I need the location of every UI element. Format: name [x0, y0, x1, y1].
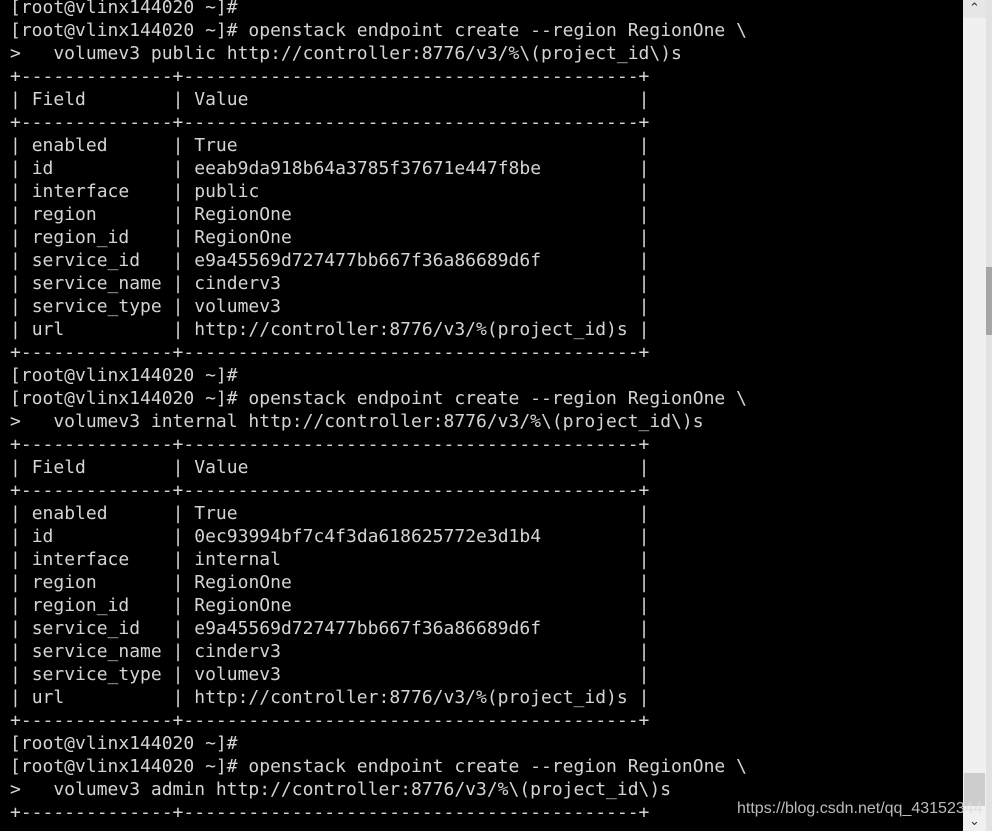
- table-row: | url | http://controller:8776/v3/%(proj…: [10, 319, 650, 340]
- field-cell: region_id: [31, 595, 130, 616]
- command-line: [root@vlinx144020 ~]# openstack endpoint…: [10, 20, 747, 41]
- table-row: | service_type | volumev3 |: [10, 664, 650, 685]
- table-border: +--------------+------------------------…: [10, 112, 650, 133]
- table-border: +--------------+------------------------…: [10, 66, 650, 87]
- field-cell: service_id: [31, 618, 141, 639]
- value-cell: RegionOne: [194, 227, 292, 248]
- table-border: +--------------+------------------------…: [10, 434, 650, 455]
- chevron-up-icon[interactable]: ⌃: [963, 0, 986, 18]
- command-continuation: > volumev3 public http://controller:8776…: [10, 43, 682, 64]
- table-row: | id | eeab9da918b64a3785f37671e447f8be …: [10, 158, 650, 179]
- value-cell: volumev3: [194, 664, 281, 685]
- table-row: | id | 0ec93994bf7c4f3da618625772e3d1b4 …: [10, 526, 650, 547]
- field-cell: service_type: [31, 664, 162, 685]
- field-cell: service_type: [31, 296, 162, 317]
- scrollbar[interactable]: ⌃ ⌄: [963, 0, 986, 831]
- table-border: +--------------+------------------------…: [10, 480, 650, 501]
- value-cell: cinderv3: [194, 273, 281, 294]
- field-cell: enabled: [31, 503, 108, 524]
- table-row: | url | http://controller:8776/v3/%(proj…: [10, 687, 650, 708]
- field-cell: region_id: [31, 227, 130, 248]
- value-cell: http://controller:8776/v3/%(project_id)s: [194, 319, 628, 340]
- prompt-line: [root@vlinx144020 ~]#: [10, 0, 238, 18]
- command-line: [root@vlinx144020 ~]# openstack endpoint…: [10, 388, 747, 409]
- command-line: [root@vlinx144020 ~]# openstack endpoint…: [10, 756, 747, 777]
- field-cell: service_id: [31, 250, 141, 271]
- value-cell: Value: [194, 457, 249, 478]
- table-row: | interface | internal |: [10, 549, 650, 570]
- value-cell: public: [194, 181, 260, 202]
- value-cell: RegionOne: [194, 572, 292, 593]
- table-row: | service_type | volumev3 |: [10, 296, 650, 317]
- table-row: | service_name | cinderv3 |: [10, 641, 650, 662]
- value-cell: eeab9da918b64a3785f37671e447f8be: [194, 158, 542, 179]
- outer-scrollbar-thumb[interactable]: [986, 267, 992, 335]
- prompt-line: [root@vlinx144020 ~]#: [10, 733, 238, 754]
- value-cell: e9a45569d727477bb667f36a86689d6f: [194, 618, 542, 639]
- value-cell: True: [194, 135, 238, 156]
- field-cell: service_name: [31, 641, 162, 662]
- outer-scrollbar[interactable]: [986, 0, 992, 831]
- watermark: https://blog.csdn.net/qq_43152344: [737, 800, 983, 817]
- table-header: | Field | Value |: [10, 457, 650, 478]
- table-row: | enabled | True |: [10, 135, 650, 156]
- value-cell: RegionOne: [194, 204, 292, 225]
- field-cell: enabled: [31, 135, 108, 156]
- field-cell: interface: [31, 549, 130, 570]
- command-continuation: > volumev3 admin http://controller:8776/…: [10, 779, 672, 800]
- terminal-output[interactable]: [root@vlinx144020 ~]# [root@vlinx144020 ~…: [10, 0, 960, 824]
- field-cell: id: [31, 158, 54, 179]
- table-row: | interface | public |: [10, 181, 650, 202]
- field-cell: url: [31, 319, 65, 340]
- table-border: +--------------+------------------------…: [10, 342, 650, 363]
- value-cell: Value: [194, 89, 249, 110]
- value-cell: internal: [194, 549, 281, 570]
- value-cell: cinderv3: [194, 641, 281, 662]
- value-cell: http://controller:8776/v3/%(project_id)s: [194, 687, 628, 708]
- table-row: | service_name | cinderv3 |: [10, 273, 650, 294]
- table-row: | service_id | e9a45569d727477bb667f36a8…: [10, 618, 650, 639]
- value-cell: True: [194, 503, 238, 524]
- field-cell: service_name: [31, 273, 162, 294]
- prompt-line: [root@vlinx144020 ~]#: [10, 365, 238, 386]
- field-cell: Field: [31, 89, 86, 110]
- field-cell: url: [31, 687, 65, 708]
- field-cell: id: [31, 526, 54, 547]
- field-cell: region: [31, 204, 97, 225]
- command-continuation: > volumev3 internal http://controller:87…: [10, 411, 704, 432]
- field-cell: Field: [31, 457, 86, 478]
- value-cell: volumev3: [194, 296, 281, 317]
- table-header: | Field | Value |: [10, 89, 650, 110]
- table-border: +--------------+------------------------…: [10, 710, 650, 731]
- table-row: | region_id | RegionOne |: [10, 595, 650, 616]
- field-cell: region: [31, 572, 97, 593]
- table-row: | region | RegionOne |: [10, 204, 650, 225]
- table-row: | region_id | RegionOne |: [10, 227, 650, 248]
- table-row: | service_id | e9a45569d727477bb667f36a8…: [10, 250, 650, 271]
- value-cell: 0ec93994bf7c4f3da618625772e3d1b4: [194, 526, 542, 547]
- field-cell: interface: [31, 181, 130, 202]
- table-row: | region | RegionOne |: [10, 572, 650, 593]
- table-row: | enabled | True |: [10, 503, 650, 524]
- value-cell: e9a45569d727477bb667f36a86689d6f: [194, 250, 542, 271]
- value-cell: RegionOne: [194, 595, 292, 616]
